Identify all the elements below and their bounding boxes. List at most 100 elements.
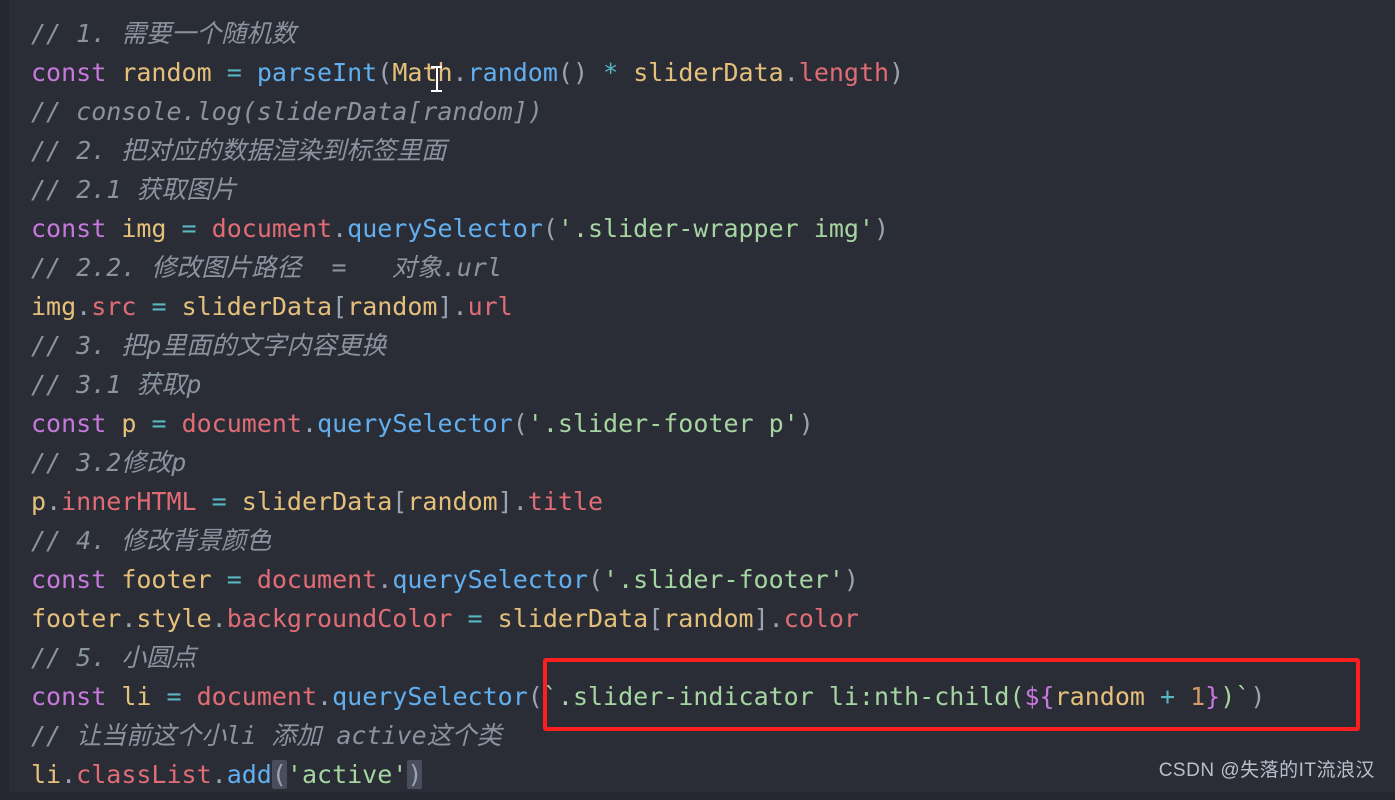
paren-open: ( [527, 682, 543, 711]
object-math: Math [392, 58, 453, 87]
object-sliderdata: sliderData [241, 487, 393, 516]
code-line: // 2.1 获取图片 [0, 170, 1395, 209]
keyword-const: const [31, 682, 107, 711]
identifier-footer: footer [121, 565, 212, 594]
identifier-img: img [31, 292, 77, 321]
comment-token: // 2. 把对应的数据渲染到标签里面 [31, 136, 447, 165]
code-line: // 4. 修改背景颜色 [0, 521, 1395, 560]
bracket-close: ] [753, 604, 769, 633]
code-line: const p = document.querySelector('.slide… [0, 404, 1395, 443]
comment-token: // 5. 小圆点 [31, 643, 197, 672]
string-selector: '.slider-wrapper img' [557, 214, 874, 243]
string-selector: '.slider-footer p' [527, 409, 799, 438]
code-line: // 2.2. 修改图片路径 = 对象.url [0, 248, 1395, 287]
code-line: // 5. 小圆点 [0, 638, 1395, 677]
comment-token: // 3.1 获取p [31, 370, 202, 399]
paren-open-highlighted: ( [271, 760, 287, 789]
bracket-close: ] [497, 487, 513, 516]
paren-open: ( [512, 409, 528, 438]
paren-close: ) [873, 214, 890, 243]
identifier-p: p [31, 487, 47, 516]
code-line: const random = parseInt(Math.random() * … [0, 53, 1395, 92]
operator-plus: + [1159, 682, 1176, 711]
operator-assign: = [226, 58, 242, 87]
keyword-const: const [31, 409, 107, 438]
code-line: const img = document.querySelector('.sli… [0, 209, 1395, 248]
code-line: // 让当前这个小li 添加 active这个类 [0, 716, 1395, 755]
property-classlist: classList [76, 760, 212, 789]
template-interp-open: ${ [1024, 682, 1055, 711]
dot: . [452, 292, 468, 321]
code-line: img.src = sliderData[random].url [0, 287, 1395, 326]
dot: . [61, 760, 77, 789]
csdn-watermark: CSDN @失落的IT流浪汉 [1158, 760, 1375, 781]
code-line: // console.log(sliderData[random]) [0, 92, 1395, 131]
code-area[interactable]: // 1. 需要一个随机数 const random = parseInt(Ma… [0, 0, 1395, 794]
bracket-close: ] [437, 292, 453, 321]
code-line: // 3.1 获取p [0, 365, 1395, 404]
paren-pair: () [557, 58, 589, 87]
property-url: url [467, 292, 513, 321]
property-style: style [136, 604, 212, 633]
object-document: document [256, 565, 378, 594]
template-interp-close: } [1205, 682, 1221, 711]
comment-token: // 3. 把p里面的文字内容更换 [31, 331, 387, 360]
dot: . [121, 604, 137, 633]
dot: . [46, 487, 62, 516]
paren-close: ) [798, 409, 814, 438]
identifier-random: random [663, 604, 754, 633]
method-queryselector: querySelector [332, 682, 528, 711]
code-line: const li = document.querySelector(`.slid… [0, 677, 1395, 716]
paren-close: ) [889, 58, 905, 87]
code-line: // 3. 把p里面的文字内容更换 [0, 326, 1395, 365]
dot: . [302, 409, 318, 438]
number-one: 1 [1190, 682, 1206, 711]
operator-assign: = [181, 214, 197, 243]
property-innerhtml: innerHTML [61, 487, 197, 516]
bracket-open: [ [332, 292, 348, 321]
dot: . [512, 487, 528, 516]
paren-close: ) [843, 565, 859, 594]
comment-token: // 2.1 获取图片 [31, 175, 237, 204]
operator-multiply: * [603, 58, 619, 87]
operator-assign: = [166, 682, 182, 711]
comment-token: // 1. 需要一个随机数 [31, 19, 297, 48]
identifier-li: li [121, 682, 152, 711]
dot: . [211, 760, 227, 789]
comment-token: // 3.2修改p [31, 448, 187, 477]
identifier-footer: footer [31, 604, 122, 633]
code-line: p.innerHTML = sliderData[random].title [0, 482, 1395, 521]
identifier-random: random [407, 487, 498, 516]
comment-token: // 2.2. 修改图片路径 = 对象.url [31, 253, 502, 282]
method-queryselector: querySelector [392, 565, 588, 594]
dot: . [768, 604, 784, 633]
property-color: color [783, 604, 859, 633]
object-sliderdata: sliderData [497, 604, 649, 633]
dot: . [211, 604, 227, 633]
identifier-random: random [121, 58, 212, 87]
dot: . [332, 214, 348, 243]
template-string-tail: ) [1220, 682, 1236, 711]
identifier-random: random [1054, 682, 1145, 711]
comment-token: // console.log(sliderData[random]) [31, 97, 543, 126]
property-title: title [527, 487, 604, 516]
dot: . [452, 58, 468, 87]
identifier-li: li [31, 760, 62, 789]
comment-token: // 4. 修改背景颜色 [31, 526, 272, 555]
object-sliderdata: sliderData [181, 292, 333, 321]
